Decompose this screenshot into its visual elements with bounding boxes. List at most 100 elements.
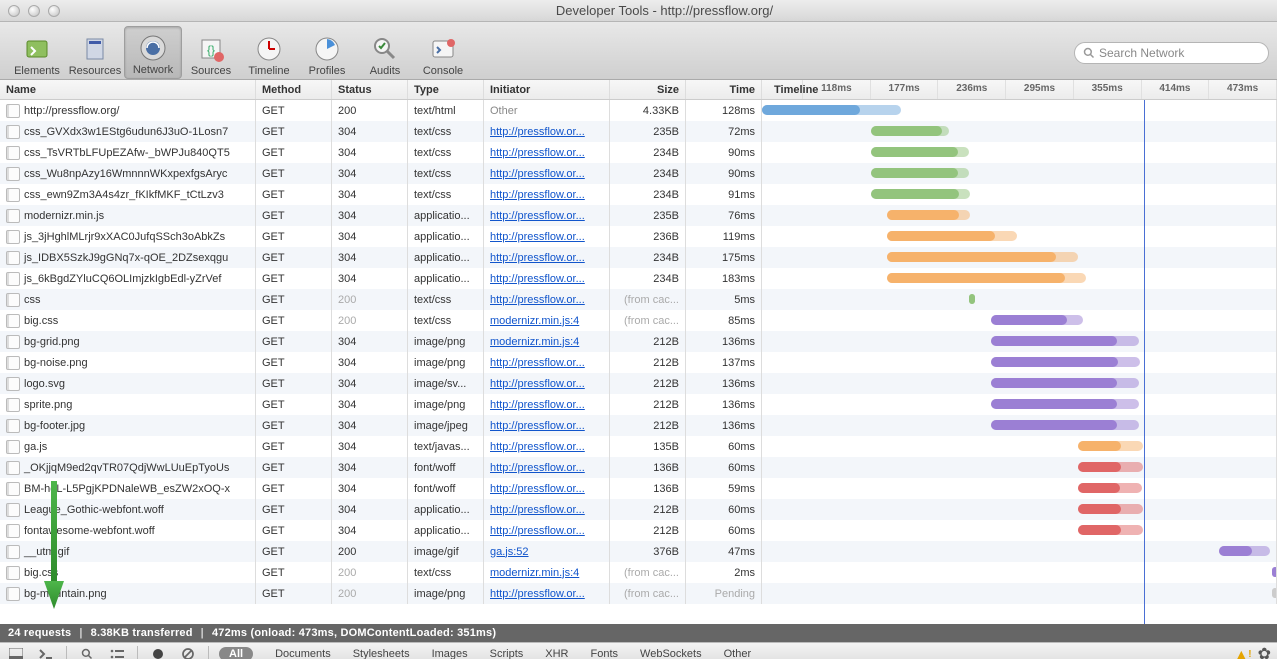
file-icon: [6, 356, 20, 370]
file-icon: [6, 440, 20, 454]
file-icon: [6, 188, 20, 202]
main-toolbar: ElementsResourcesNetwork{}SourcesTimelin…: [0, 22, 1277, 80]
search-network-input[interactable]: Search Network: [1074, 42, 1269, 64]
table-row[interactable]: __utm.gifGET200image/gifga.js:52376B47ms: [0, 541, 1277, 562]
search-icon: [1083, 47, 1095, 59]
table-row[interactable]: bg-mountain.pngGET200image/pnghttp://pre…: [0, 583, 1277, 604]
table-row[interactable]: css_GVXdx3w1EStg6udun6J3uO-1Losn7GET304t…: [0, 121, 1277, 142]
zoom-dot[interactable]: [48, 5, 60, 17]
table-row[interactable]: bg-noise.pngGET304image/pnghttp://pressf…: [0, 352, 1277, 373]
titlebar: Developer Tools - http://pressflow.org/: [0, 0, 1277, 22]
console-icon: [427, 33, 459, 65]
filter-other[interactable]: Other: [724, 648, 752, 659]
profiles-icon: [311, 33, 343, 65]
tab-profiles[interactable]: Profiles: [298, 26, 356, 79]
col-time[interactable]: Time: [686, 80, 762, 99]
file-icon: [6, 398, 20, 412]
file-icon: [6, 545, 20, 559]
console-icon[interactable]: [36, 646, 56, 659]
status-summary: 24 requests | 8.38KB transferred | 472ms…: [0, 624, 1277, 642]
request-rows: http://pressflow.org/GET200text/htmlOthe…: [0, 100, 1277, 624]
table-row[interactable]: bg-grid.pngGET304image/pngmodernizr.min.…: [0, 331, 1277, 352]
file-icon: [6, 524, 20, 538]
file-icon: [6, 503, 20, 517]
file-icon: [6, 419, 20, 433]
col-size[interactable]: Size: [610, 80, 686, 99]
col-method[interactable]: Method: [256, 80, 332, 99]
filter-images[interactable]: Images: [432, 648, 468, 659]
col-type[interactable]: Type: [408, 80, 484, 99]
tab-elements[interactable]: Elements: [8, 26, 66, 79]
file-icon: [6, 293, 20, 307]
table-row[interactable]: BM-hqL-L5PgjKPDNaleWB_esZW2xOQ-xGET304fo…: [0, 478, 1277, 499]
tab-timeline[interactable]: Timeline: [240, 26, 298, 79]
tab-resources[interactable]: Resources: [66, 26, 124, 79]
table-row[interactable]: cssGET200text/csshttp://pressflow.or...(…: [0, 289, 1277, 310]
status-transferred: 8.38KB transferred: [91, 627, 193, 639]
col-name[interactable]: Name: [0, 80, 256, 99]
bottom-bar: All Documents Stylesheets Images Scripts XHR…: [0, 642, 1277, 659]
file-icon: [6, 251, 20, 265]
minimize-dot[interactable]: [28, 5, 40, 17]
dock-icon[interactable]: [6, 646, 26, 659]
table-row[interactable]: logo.svgGET304image/sv...http://pressflo…: [0, 373, 1277, 394]
tab-sources[interactable]: {}Sources: [182, 26, 240, 79]
filter-documents[interactable]: Documents: [275, 648, 331, 659]
filter-all[interactable]: All: [219, 647, 253, 659]
status-requests: 24 requests: [8, 627, 71, 639]
close-dot[interactable]: [8, 5, 20, 17]
tab-audits[interactable]: Audits: [356, 26, 414, 79]
filter-xhr[interactable]: XHR: [545, 648, 568, 659]
elements-icon: [21, 33, 53, 65]
table-row[interactable]: big.cssGET200text/cssmodernizr.min.js:4(…: [0, 310, 1277, 331]
search2-icon[interactable]: [77, 646, 97, 659]
table-row[interactable]: js_3jHghlMLrjr9xXAC0JufqSSch3oAbkZsGET30…: [0, 226, 1277, 247]
col-initiator[interactable]: Initiator: [484, 80, 610, 99]
status-timing: 472ms (onload: 473ms, DOMContentLoaded: …: [212, 627, 496, 639]
table-row[interactable]: sprite.pngGET304image/pnghttp://pressflo…: [0, 394, 1277, 415]
table-row[interactable]: bg-footer.jpgGET304image/jpeghttp://pres…: [0, 415, 1277, 436]
table-row[interactable]: js_IDBX5SzkJ9gGNq7x-qOE_2DZsexqguGET304a…: [0, 247, 1277, 268]
table-row[interactable]: ga.jsGET304text/javas...http://pressflow…: [0, 436, 1277, 457]
table-row[interactable]: modernizr.min.jsGET304applicatio...http:…: [0, 205, 1277, 226]
filter-scripts[interactable]: Scripts: [490, 648, 524, 659]
file-icon: [6, 566, 20, 580]
tab-console[interactable]: Console: [414, 26, 472, 79]
file-icon: [6, 335, 20, 349]
col-status[interactable]: Status: [332, 80, 408, 99]
table-row[interactable]: css_TsVRTbLFUpEZAfw-_bWPJu840QT5GET304te…: [0, 142, 1277, 163]
traffic-lights[interactable]: [8, 5, 60, 17]
file-icon: [6, 230, 20, 244]
sources-icon: {}: [195, 33, 227, 65]
clear-icon[interactable]: [178, 646, 198, 659]
file-icon: [6, 482, 20, 496]
tab-network[interactable]: Network: [124, 26, 182, 79]
record-icon[interactable]: [148, 646, 168, 659]
file-icon: [6, 461, 20, 475]
file-icon: [6, 209, 20, 223]
file-icon: [6, 167, 20, 181]
filter-websockets[interactable]: WebSockets: [640, 648, 702, 659]
col-timeline[interactable]: Timeline 118ms177ms236ms295ms355ms414ms4…: [762, 80, 1277, 99]
table-row[interactable]: css_ewn9Zm3A4s4zr_fKIkfMKF_tCtLzv3GET304…: [0, 184, 1277, 205]
table-row[interactable]: _OKjjqM9ed2qvTR07QdjWwLUuEpTyoUsGET304fo…: [0, 457, 1277, 478]
table-row[interactable]: fontawesome-webfont.woffGET304applicatio…: [0, 520, 1277, 541]
table-row[interactable]: http://pressflow.org/GET200text/htmlOthe…: [0, 100, 1277, 121]
search-placeholder: Search Network: [1099, 46, 1184, 60]
filter-stylesheets[interactable]: Stylesheets: [353, 648, 410, 659]
table-row[interactable]: big.cssGET200text/cssmodernizr.min.js:4(…: [0, 562, 1277, 583]
timeline-ruler: 118ms177ms236ms295ms355ms414ms473ms: [762, 80, 1276, 99]
table-row[interactable]: League_Gothic-webfont.woffGET304applicat…: [0, 499, 1277, 520]
table-row[interactable]: css_Wu8npAzy16WmnnnWKxpexfgsArycGET304te…: [0, 163, 1277, 184]
file-icon: [6, 146, 20, 160]
table-row[interactable]: js_6kBgdZYluCQ6OLImjzkIgbEdl-yZrVefGET30…: [0, 268, 1277, 289]
file-icon: [6, 314, 20, 328]
window-title: Developer Tools - http://pressflow.org/: [60, 3, 1269, 18]
svg-text:{}: {}: [207, 43, 215, 57]
network-icon: [137, 32, 169, 64]
list-icon[interactable]: [107, 646, 127, 659]
settings-gear-icon[interactable]: ✿: [1258, 644, 1271, 659]
filter-fonts[interactable]: Fonts: [591, 648, 619, 659]
file-icon: [6, 587, 20, 601]
warning-icon[interactable]: ▲: [1234, 646, 1248, 659]
